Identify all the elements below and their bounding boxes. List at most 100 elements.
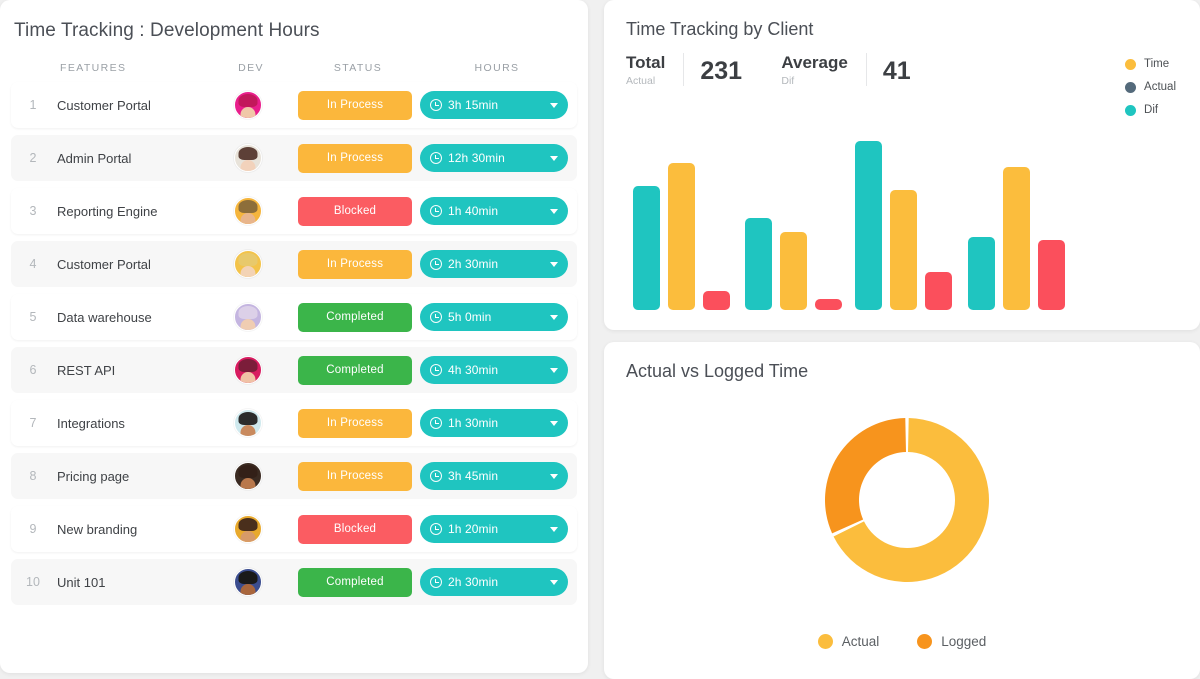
status-badge[interactable]: In Process (298, 249, 412, 279)
avatar[interactable] (234, 409, 262, 437)
column-header-hours: HOURS (474, 62, 520, 74)
status-badge[interactable]: Completed (298, 355, 412, 385)
bar-time-4[interactable] (1003, 167, 1030, 310)
hours-dropdown[interactable]: 1h 40min (420, 197, 568, 225)
hours-dropdown[interactable]: 3h 45min (420, 462, 568, 490)
table-row[interactable]: 7 Integrations In Process 1h 30min (11, 400, 577, 446)
table-row[interactable]: 9 New branding Blocked 1h 20min (11, 506, 577, 552)
hours-dropdown[interactable]: 2h 30min (420, 250, 568, 278)
row-hours-cell: 5h 0min (419, 303, 569, 331)
bar-actual-3[interactable] (925, 272, 952, 310)
row-feature-name: New branding (57, 521, 138, 537)
row-feature-name: REST API (57, 362, 116, 378)
hours-value: 4h 30min (448, 363, 499, 377)
status-badge[interactable]: In Process (298, 90, 412, 120)
row-dev-cell (205, 568, 291, 596)
bar-time-2[interactable] (780, 232, 807, 310)
bar-dif-1[interactable] (633, 186, 660, 310)
hours-dropdown[interactable]: 2h 30min (420, 568, 568, 596)
donut-legend-item-logged[interactable]: Logged (917, 634, 986, 649)
avatar[interactable] (234, 568, 262, 596)
chevron-down-icon[interactable] (550, 314, 558, 320)
page-title: Time Tracking : Development Hours (14, 20, 320, 41)
table-row[interactable]: 5 Data warehouse Completed 5h 0min (11, 294, 577, 340)
table-row[interactable]: 6 REST API Completed 4h 30min (11, 347, 577, 393)
row-index: 2 (29, 151, 37, 165)
bar-actual-4[interactable] (1038, 240, 1065, 310)
status-badge[interactable]: In Process (298, 143, 412, 173)
dashboard-page: Time Tracking : Development Hours FEATUR… (0, 0, 1200, 679)
hours-dropdown[interactable]: 4h 30min (420, 356, 568, 384)
status-badge[interactable]: In Process (298, 408, 412, 438)
clock-icon (430, 258, 442, 270)
row-dev-cell (205, 409, 291, 437)
row-index: 3 (29, 204, 37, 218)
table-row[interactable]: 1 Customer Portal In Process 3h 15min (11, 82, 577, 128)
avatar[interactable] (234, 144, 262, 172)
bar-time-1[interactable] (668, 163, 695, 310)
hours-value: 1h 40min (448, 204, 499, 218)
donut-chart-title: Actual vs Logged Time (626, 361, 809, 381)
chevron-down-icon[interactable] (550, 102, 558, 108)
clock-icon (430, 523, 442, 535)
avatar[interactable] (234, 91, 262, 119)
column-header-features: FEATURES (60, 62, 127, 74)
row-feature-name: Admin Portal (57, 150, 132, 166)
hours-value: 3h 15min (448, 98, 499, 112)
row-index: 6 (29, 363, 37, 377)
avatar[interactable] (234, 462, 262, 490)
chevron-down-icon[interactable] (550, 526, 558, 532)
bar-dif-3[interactable] (855, 141, 882, 310)
hours-value: 2h 30min (448, 575, 499, 589)
table-row[interactable]: 8 Pricing page In Process 3h 45min (11, 453, 577, 499)
bar-dif-4[interactable] (968, 237, 995, 310)
clock-icon (430, 364, 442, 376)
clock-icon (430, 417, 442, 429)
chevron-down-icon[interactable] (550, 473, 558, 479)
chevron-down-icon[interactable] (550, 420, 558, 426)
status-badge[interactable]: Blocked (298, 196, 412, 226)
hours-dropdown[interactable]: 1h 20min (420, 515, 568, 543)
donut-chart-svg (825, 418, 989, 582)
chevron-down-icon[interactable] (550, 155, 558, 161)
donut-legend-item-actual[interactable]: Actual (817, 634, 880, 649)
row-index: 10 (26, 575, 40, 589)
avatar[interactable] (234, 515, 262, 543)
bar-time-3[interactable] (890, 190, 917, 310)
hours-dropdown[interactable]: 3h 15min (420, 91, 568, 119)
row-feature-name: Integrations (57, 415, 125, 431)
bar-dif-2[interactable] (745, 218, 772, 310)
clock-icon (430, 205, 442, 217)
row-dev-cell (205, 515, 291, 543)
avatar[interactable] (234, 356, 262, 384)
status-badge[interactable]: Blocked (298, 514, 412, 544)
donut-segment-logged[interactable] (825, 418, 906, 534)
legend-label: Actual (841, 634, 880, 649)
bar-actual-1[interactable] (703, 291, 730, 310)
row-dev-cell (205, 91, 291, 119)
chevron-down-icon[interactable] (550, 579, 558, 585)
status-badge[interactable]: Completed (298, 302, 412, 332)
chevron-down-icon[interactable] (550, 367, 558, 373)
table-row[interactable]: 10 Unit 101 Completed 2h 30min (11, 559, 577, 605)
table-row[interactable]: 4 Customer Portal In Process 2h 30min (11, 241, 577, 287)
hours-dropdown[interactable]: 5h 0min (420, 303, 568, 331)
row-dev-cell (205, 250, 291, 278)
row-hours-cell: 1h 30min (419, 409, 569, 437)
chevron-down-icon[interactable] (550, 208, 558, 214)
row-index: 9 (29, 522, 37, 536)
avatar[interactable] (234, 250, 262, 278)
row-hours-cell: 3h 15min (419, 91, 569, 119)
status-badge[interactable]: Completed (298, 567, 412, 597)
chevron-down-icon[interactable] (550, 261, 558, 267)
hours-dropdown[interactable]: 12h 30min (420, 144, 568, 172)
row-feature-name: Data warehouse (57, 309, 152, 325)
status-badge[interactable]: In Process (298, 461, 412, 491)
hours-dropdown[interactable]: 1h 30min (420, 409, 568, 437)
avatar[interactable] (234, 197, 262, 225)
table-row[interactable]: 2 Admin Portal In Process 12h 30min (11, 135, 577, 181)
column-header-dev: DEV (238, 62, 264, 74)
table-row[interactable]: 3 Reporting Engine Blocked 1h 40min (11, 188, 577, 234)
bar-actual-2[interactable] (815, 299, 842, 310)
avatar[interactable] (234, 303, 262, 331)
